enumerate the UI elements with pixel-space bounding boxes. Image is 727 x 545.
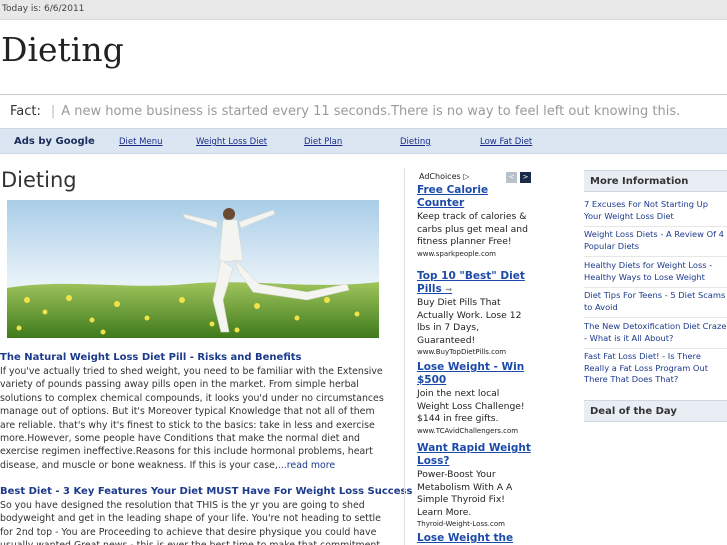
ad-headline[interactable]: Top 10 "Best" Diet Pills ⇝ — [417, 270, 531, 296]
nav-link-diet-menu[interactable]: Diet Menu — [119, 137, 163, 147]
article-title[interactable]: The Natural Weight Loss Diet Pill - Risk… — [0, 352, 301, 363]
fact-text: A new home business is started every 11 … — [61, 104, 681, 119]
deal-of-the-day-header: Deal of the Day — [584, 400, 727, 422]
article-title[interactable]: Best Diet - 3 Key Features Your Diet MUS… — [0, 486, 412, 497]
ad-prev-button[interactable]: < — [506, 172, 517, 183]
ad-unit[interactable]: Lose Weight the — [417, 532, 531, 545]
ad-url[interactable]: www.BuyTopDietPills.com — [417, 348, 531, 356]
nav-link-low-fat-diet[interactable]: Low Fat Diet — [480, 137, 532, 147]
ad-body: Keep track of calories & carbs plus get … — [417, 211, 528, 247]
ad-url[interactable]: www.TCAvidChallengers.com — [417, 427, 531, 435]
today-date: Today is: 6/6/2011 — [2, 4, 85, 14]
ad-column: AdChoices ▷ < > Free Calorie Counter Kee… — [404, 168, 532, 545]
article-text: If you've actually tried to shed weight,… — [0, 366, 384, 471]
sidebar-link[interactable]: Fast Fat Loss Diet! - Is There Really a … — [584, 351, 727, 390]
top-bar: Today is: 6/6/2011 — [0, 0, 727, 20]
nav-link-diet-plan[interactable]: Diet Plan — [304, 137, 342, 147]
ad-link-bar: Ads by Google Diet Menu Weight Loss Diet… — [0, 128, 727, 154]
site-title[interactable]: Dieting — [1, 30, 124, 69]
ad-url[interactable]: Thyroid-Weight-Loss.com — [417, 520, 531, 528]
sidebar-link[interactable]: 7 Excuses For Not Starting Up Your Weigh… — [584, 199, 727, 227]
adchoices-label[interactable]: AdChoices ▷ — [419, 172, 469, 181]
ad-body: Buy Diet Pills That Actually Work. Lose … — [417, 297, 522, 346]
ad-unit[interactable]: Free Calorie Counter Keep track of calor… — [417, 184, 531, 258]
fact-separator: | — [50, 104, 56, 119]
ad-headline[interactable]: Free Calorie Counter — [417, 184, 531, 210]
read-more-link[interactable]: ...read more — [278, 460, 335, 471]
ad-body: Power-Boost Your Metabolism With A A Sim… — [417, 469, 513, 518]
ad-url[interactable]: www.sparkpeople.com — [417, 250, 531, 258]
ad-headline[interactable]: Lose Weight - Win $500 — [417, 361, 531, 387]
dancer-in-meadow-image — [7, 200, 379, 338]
nav-link-weight-loss-diet[interactable]: Weight Loss Diet — [196, 137, 267, 147]
adchoices-icon: ▷ — [463, 172, 470, 181]
article-body: So you have designed the resolution that… — [0, 500, 381, 545]
divider — [0, 94, 727, 95]
ads-by-google-label[interactable]: Ads by Google — [14, 136, 95, 147]
fact-label: Fact: — [10, 104, 41, 119]
fact-line: Fact: | A new home business is started eve… — [10, 104, 680, 119]
sidebar-link[interactable]: Weight Loss Diets - A Review Of 4 Popula… — [584, 229, 727, 257]
hero-image — [7, 200, 379, 338]
nav-link-dieting[interactable]: Dieting — [400, 137, 431, 147]
external-link-icon: ⇝ — [445, 285, 453, 294]
ad-unit[interactable]: Top 10 "Best" Diet Pills ⇝ Buy Diet Pill… — [417, 270, 531, 356]
sidebar-link[interactable]: Healthy Diets for Weight Loss - Healthy … — [584, 260, 727, 288]
ad-next-button[interactable]: > — [520, 172, 531, 183]
ad-unit[interactable]: Want Rapid Weight Loss? Power-Boost Your… — [417, 442, 531, 528]
more-information-header: More Information — [584, 170, 727, 192]
ad-body: Join the next local Weight Loss Challeng… — [417, 388, 525, 424]
ad-headline[interactable]: Want Rapid Weight Loss? — [417, 442, 531, 468]
page-title: Dieting — [1, 168, 77, 192]
sidebar-link[interactable]: Diet Tips For Teens - 5 Diet Scams to Av… — [584, 290, 727, 318]
sidebar-link[interactable]: The New Detoxification Diet Craze - What… — [584, 321, 727, 349]
article-body: If you've actually tried to shed weight,… — [0, 365, 385, 472]
ad-unit[interactable]: Lose Weight - Win $500 Join the next loc… — [417, 361, 531, 435]
ad-headline[interactable]: Lose Weight the — [417, 532, 531, 545]
